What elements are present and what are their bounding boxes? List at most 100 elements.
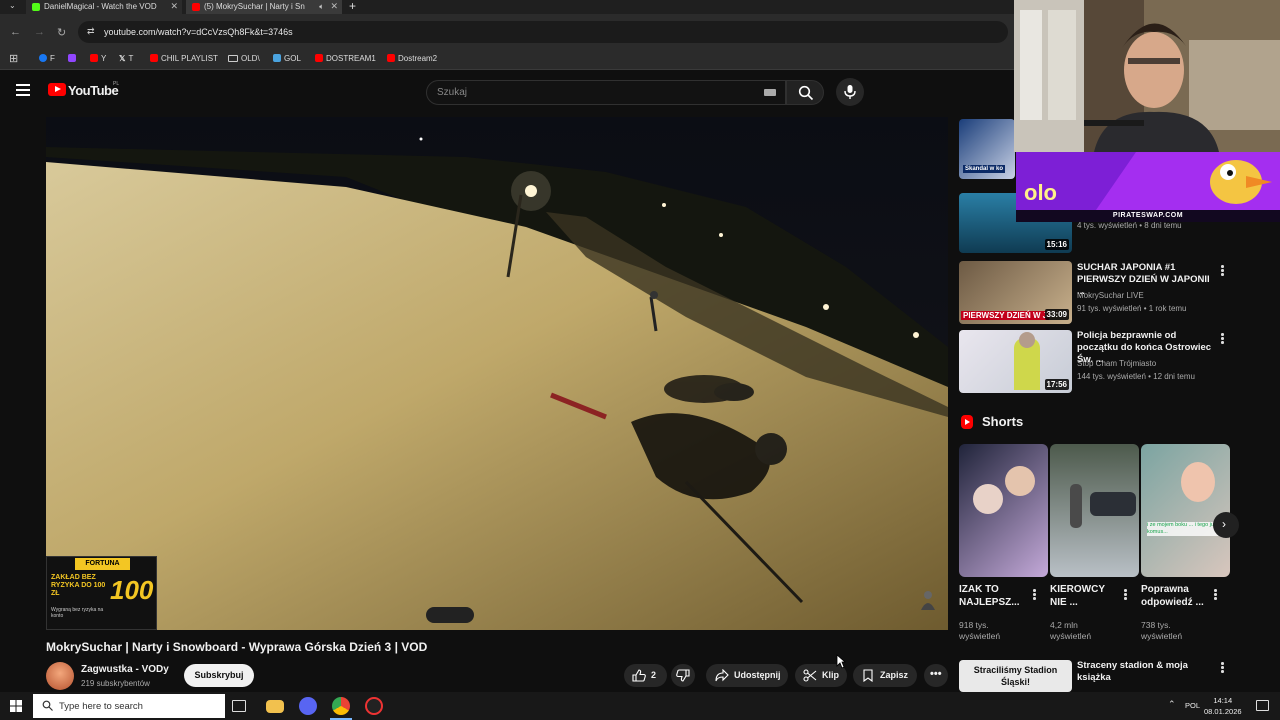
x-logo-icon: 𝕏: [119, 54, 126, 63]
taskbar-clock[interactable]: 14:14 08.01.2026: [1204, 695, 1242, 717]
share-button[interactable]: Udostępnij: [706, 664, 788, 687]
more-vertical-icon[interactable]: [1221, 265, 1225, 277]
short-views: 738 tys. wyświetleń: [1141, 620, 1183, 641]
short-figure: [973, 484, 1003, 514]
short-thumbnail[interactable]: [1050, 444, 1139, 577]
short-thumbnail[interactable]: [959, 444, 1048, 577]
voice-search-button[interactable]: [836, 78, 864, 106]
dislike-button[interactable]: [671, 664, 695, 687]
video-player[interactable]: [46, 117, 948, 630]
more-actions-button[interactable]: •••: [924, 664, 948, 687]
short-figure: [1005, 466, 1035, 496]
tab-search-chevron-icon[interactable]: ⌄: [9, 1, 16, 10]
save-button[interactable]: Zapisz: [853, 664, 917, 687]
chrome-icon[interactable]: [332, 697, 350, 715]
video-title[interactable]: Straceny stadion & moja książka: [1077, 660, 1212, 684]
thumbnail-figure-head: [1019, 332, 1035, 348]
bookmark-youtube[interactable]: Y: [90, 54, 106, 63]
youtube-icon: [150, 54, 158, 62]
scissors-icon: [803, 669, 817, 682]
video-frame: [46, 117, 948, 630]
bookmark-twitch[interactable]: [68, 54, 79, 63]
subscribe-button[interactable]: Subskrybuj: [184, 664, 254, 687]
shorts-next-button[interactable]: ›: [1213, 512, 1239, 538]
recommended-thumbnail[interactable]: 17:56: [959, 330, 1072, 393]
apps-grid-icon[interactable]: ⊞: [9, 52, 18, 65]
more-vertical-icon[interactable]: [1214, 589, 1218, 601]
bookmark-folder-old[interactable]: OLD\: [228, 54, 260, 63]
search-button[interactable]: [786, 80, 824, 105]
more-vertical-icon[interactable]: [1033, 589, 1037, 601]
channel-watermark-icon[interactable]: [918, 588, 938, 612]
keyboard-icon[interactable]: [764, 89, 776, 96]
short-views: 918 tys. wyświetleń: [959, 620, 1001, 641]
video-duration: 17:56: [1044, 379, 1069, 390]
back-arrow-icon[interactable]: ←: [10, 26, 21, 38]
hamburger-menu-icon[interactable]: [16, 84, 30, 96]
channel-avatar[interactable]: [46, 662, 74, 690]
reload-icon[interactable]: ↻: [57, 26, 66, 39]
new-tab-button[interactable]: +: [349, 0, 356, 13]
keyboard-language[interactable]: POL: [1185, 701, 1200, 710]
short-title[interactable]: IZAK TO NAJLEPSZ...: [959, 583, 1031, 609]
short-thumbnail[interactable]: i ze mojem boku ... i tego już ... komus…: [1141, 444, 1230, 577]
close-tab-icon[interactable]: ✕: [170, 0, 178, 13]
site-info-icon[interactable]: ⇄: [87, 26, 95, 37]
tray-chevron-up-icon[interactable]: ⌃: [1168, 699, 1176, 710]
tab-title: DanielMagical - Watch the VOD: [44, 2, 157, 11]
browser-tab-youtube[interactable]: (5) MokrySuchar | Narty i Sn 🔈︎ ✕: [186, 0, 342, 14]
thumbnail-caption: PIERWSZY DZIEŃ W J: [961, 311, 1050, 320]
windows-taskbar: Type here to search ⌃ POL 14:14 08.01.20…: [0, 692, 1280, 720]
shorts-heading: Shorts: [982, 414, 1024, 429]
more-horizontal-icon: •••: [930, 668, 942, 680]
windows-start-icon[interactable]: [10, 700, 22, 712]
discord-icon[interactable]: [299, 697, 317, 715]
more-vertical-icon[interactable]: [1221, 333, 1225, 345]
more-vertical-icon[interactable]: [1124, 589, 1128, 601]
sponsor-ad-overlay[interactable]: FORTUNA ZAKŁAD BEZ RYZYKA DO 100 ZŁ Wygr…: [46, 556, 157, 630]
thumbs-up-icon: [632, 669, 646, 682]
youtube-wordmark[interactable]: YouTube: [68, 83, 119, 98]
taskbar-search-input[interactable]: Type here to search: [33, 694, 225, 718]
channel-name[interactable]: MokrySuchar LIVE: [1077, 290, 1144, 301]
youtube-logo-icon[interactable]: [48, 83, 66, 96]
app-icon[interactable]: [365, 697, 383, 715]
speaker-icon[interactable]: 🔈︎: [319, 0, 324, 13]
search-input[interactable]: Szukaj: [426, 80, 786, 105]
task-view-icon[interactable]: [232, 700, 246, 712]
sponsor-banner[interactable]: olo PIRATESWAP.COM: [1016, 152, 1280, 222]
bookmark-dostream2[interactable]: Dostream2: [387, 54, 437, 63]
browser-tab-kick[interactable]: DanielMagical - Watch the VOD ✕: [26, 0, 182, 14]
bookmark-dostream1[interactable]: DOSTREAM1: [315, 54, 376, 63]
share-icon: [715, 669, 729, 682]
forward-arrow-icon[interactable]: →: [34, 26, 45, 38]
short-title[interactable]: KIEROWCY NIE ...: [1050, 583, 1122, 609]
url-text: youtube.com/watch?v=dCcVzsQh8Fk&t=3746s: [104, 27, 293, 37]
kick-favicon-icon: [32, 3, 40, 11]
recommended-thumbnail[interactable]: Straciliśmy Stadion Śląski!: [959, 660, 1072, 692]
youtube-icon: [315, 54, 323, 62]
url-field[interactable]: ⇄ youtube.com/watch?v=dCcVzsQh8Fk&t=3746…: [78, 21, 1008, 43]
notification-icon[interactable]: [1256, 700, 1269, 711]
close-tab-icon[interactable]: ✕: [330, 0, 338, 13]
video-meta: 91 tys. wyświetleń • 1 rok temu: [1077, 304, 1187, 313]
like-button[interactable]: 2: [624, 664, 667, 687]
bookmark-gol[interactable]: GOL: [273, 54, 301, 63]
recommended-thumbnail[interactable]: PIERWSZY DZIEŃ W J 33:09: [959, 261, 1072, 324]
facebook-icon: [39, 54, 47, 62]
video-meta: 144 tys. wyświetleń • 12 dni temu: [1077, 372, 1195, 381]
more-vertical-icon[interactable]: [1221, 662, 1225, 674]
address-bar-row: ← → ↻ ⇄ youtube.com/watch?v=dCcVzsQh8Fk&…: [0, 14, 1014, 48]
channel-name[interactable]: Zagwustka - VODy: [81, 664, 169, 675]
clock-time: 14:14: [1213, 696, 1233, 705]
recommended-thumbnail[interactable]: Skandal w ko: [959, 119, 1015, 179]
bookmark-x[interactable]: 𝕏T: [119, 54, 133, 63]
video-duration: 33:09: [1044, 309, 1069, 320]
bookmarks-bar: ⊞ F Y 𝕏T CHIL PLAYLIST OLD\ GOL DOSTREAM…: [0, 48, 1014, 70]
file-explorer-icon[interactable]: [266, 700, 284, 713]
short-car: [1090, 492, 1136, 516]
short-title[interactable]: Poprawna odpowiedź ...: [1141, 583, 1213, 609]
bookmark-chil-playlist[interactable]: CHIL PLAYLIST: [150, 54, 218, 63]
bookmark-facebook[interactable]: F: [39, 54, 55, 63]
channel-name[interactable]: Stop Cham Trójmiasto: [1077, 358, 1156, 369]
